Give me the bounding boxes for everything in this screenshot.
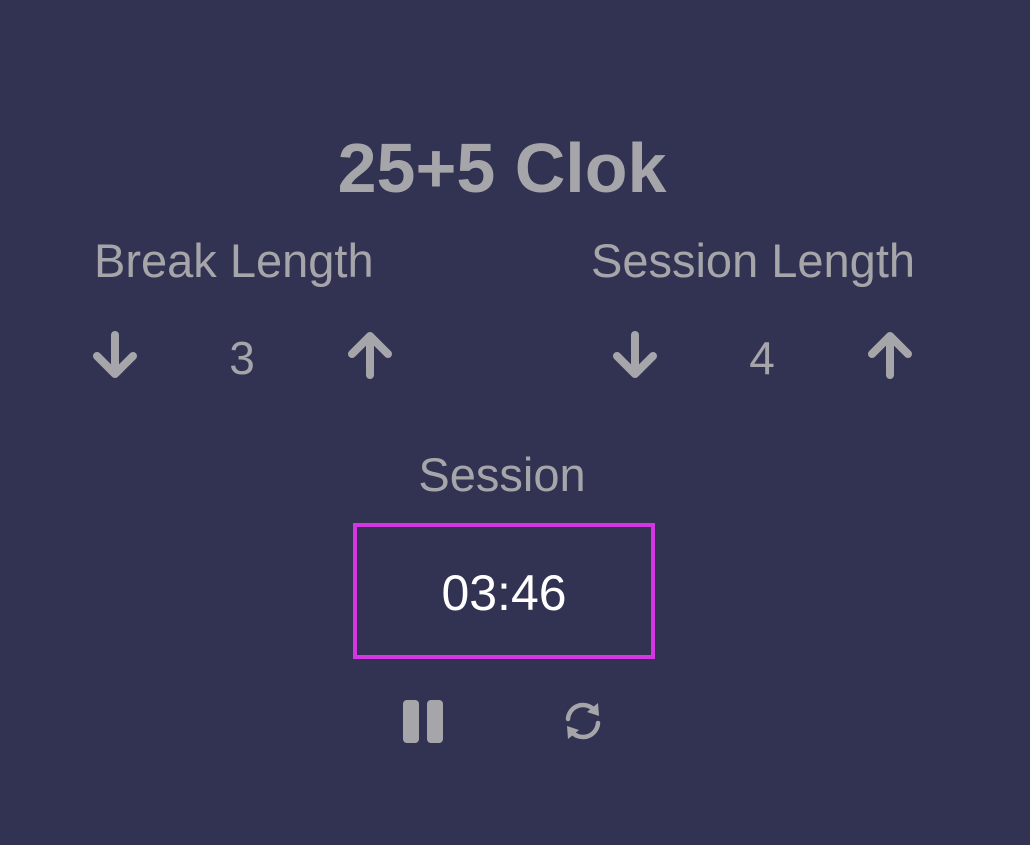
arrow-up-icon: [867, 331, 913, 379]
break-decrement-button[interactable]: [90, 330, 140, 380]
arrow-up-icon: [347, 331, 393, 379]
break-length-value: 3: [229, 332, 255, 384]
session-length-label: Session Length: [591, 234, 916, 287]
break-increment-button[interactable]: [345, 330, 395, 380]
arrow-down-icon: [92, 331, 138, 379]
time-left: 03:46: [441, 565, 567, 621]
break-length-label: Break Length: [94, 234, 374, 287]
arrow-down-icon: [612, 331, 658, 379]
app-title: 25+5 Clok: [337, 129, 667, 207]
timer-display: 03:46: [353, 523, 655, 659]
session-decrement-button[interactable]: [610, 330, 660, 380]
pause-icon: [399, 697, 447, 748]
timer-label: Session: [418, 448, 586, 501]
session-increment-button[interactable]: [865, 330, 915, 380]
refresh-icon: [561, 699, 605, 746]
play-pause-button[interactable]: [398, 697, 448, 747]
session-length-value: 4: [749, 332, 775, 384]
reset-button[interactable]: [558, 697, 608, 747]
